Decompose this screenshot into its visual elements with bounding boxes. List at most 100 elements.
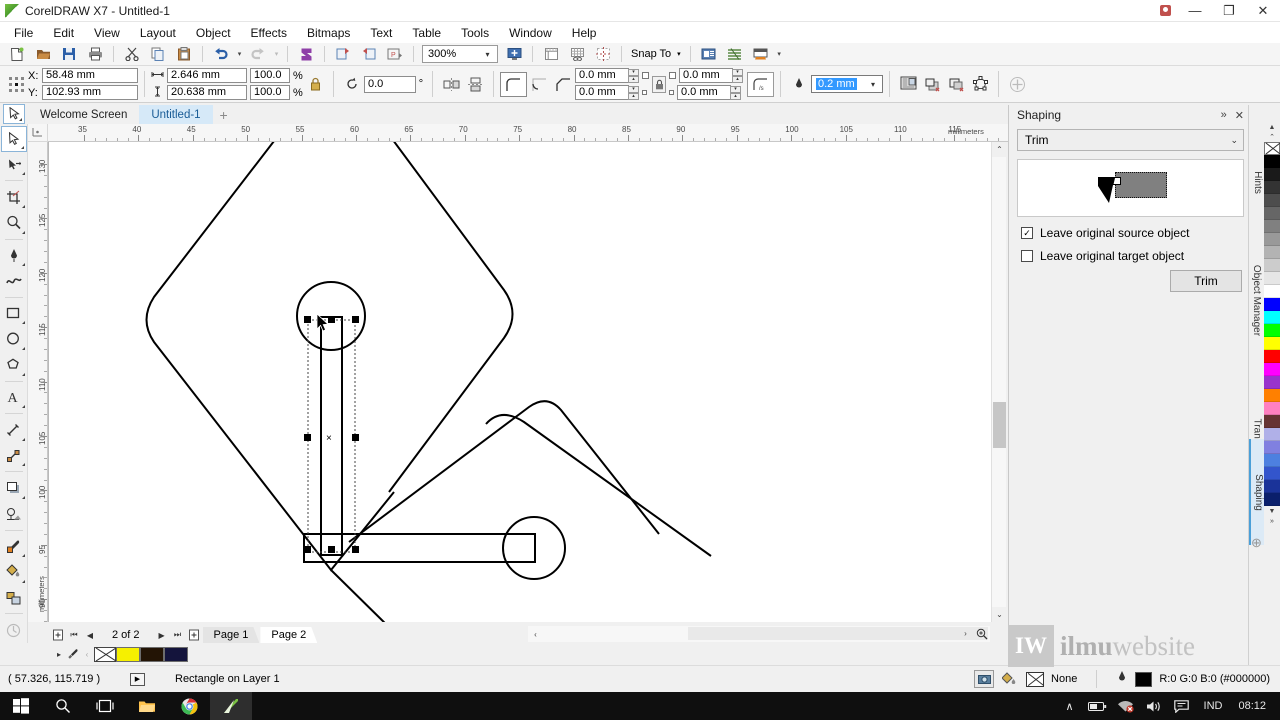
previous-page-button[interactable]: ◀ [82, 627, 98, 643]
palette-color-swatch[interactable] [1264, 155, 1280, 168]
trim-button[interactable]: Trim [1170, 270, 1242, 292]
menu-bitmaps[interactable]: Bitmaps [297, 23, 360, 43]
palette-color-swatch[interactable] [1264, 272, 1280, 285]
canvas-vertical-scrollbar[interactable]: ⌃ ⌄ [991, 142, 1007, 622]
docker-tab-object-manager[interactable]: Object Manager [1249, 225, 1265, 375]
zoom-tool-icon[interactable] [1, 210, 27, 236]
cut-icon[interactable] [119, 43, 145, 65]
volume-icon[interactable] [1140, 692, 1168, 720]
relative-corner-scaling-icon[interactable]: /s [747, 71, 774, 97]
page-tab-page-2[interactable]: Page 2 [260, 627, 317, 643]
corner-top-left-field[interactable]: 0.0 mm [575, 68, 629, 83]
first-page-button[interactable]: ⏮ [66, 627, 82, 643]
none-swatch[interactable] [94, 646, 116, 662]
palette-color-swatch[interactable] [1264, 220, 1280, 233]
undo-icon[interactable] [208, 43, 234, 65]
document-layout-icon[interactable] [722, 43, 748, 65]
palette-color-swatch[interactable] [1264, 389, 1280, 402]
tray-expand-icon[interactable]: ∧ [1056, 692, 1084, 720]
import-icon[interactable] [330, 43, 356, 65]
add-node-icon[interactable] [1005, 69, 1029, 99]
chrome-icon[interactable] [168, 692, 210, 720]
new-document-icon[interactable] [4, 43, 30, 65]
chevron-down-icon[interactable]: ▾ [866, 76, 880, 92]
close-button[interactable]: ✕ [1246, 0, 1280, 22]
mirror-horizontal-icon[interactable] [439, 69, 463, 99]
docker-tab-shaping[interactable]: Shaping [1249, 439, 1265, 545]
page-tab-page-1[interactable]: Page 1 [203, 627, 260, 643]
drop-shadow-tool-icon[interactable] [1, 475, 27, 501]
menu-text[interactable]: Text [360, 23, 402, 43]
color-eyedropper-tool-icon[interactable] [1, 534, 27, 560]
ruler-origin-icon[interactable] [28, 124, 48, 142]
x-position-field[interactable]: 58.48 mm [42, 68, 138, 83]
object-height-field[interactable]: 20.638 mm [167, 85, 247, 100]
menu-window[interactable]: Window [499, 23, 562, 43]
corner-tl-spinner[interactable]: ▾ ▴ [628, 68, 639, 83]
pick-tool-icon[interactable] [3, 103, 25, 124]
shaping-operation-combo[interactable]: Trim ⌄ [1017, 129, 1244, 151]
convert-to-curves-icon[interactable] [968, 69, 992, 99]
horizontal-ruler[interactable]: 35 40 45 50 55 60 65 70 75 80 85 90 95 100 105 110 115 mi… [48, 124, 1010, 142]
outline-tool-icon[interactable] [1, 617, 27, 643]
eyedropper-icon[interactable] [66, 646, 80, 662]
chevron-up-icon[interactable]: ⌃ [992, 142, 1007, 157]
palette-color-swatch[interactable] [1264, 376, 1280, 389]
corner-bottom-left-field[interactable]: 0.0 mm [575, 85, 629, 100]
palette-color-swatch[interactable] [1264, 259, 1280, 272]
chevron-right-icon[interactable]: › [958, 626, 973, 641]
display-mode-dropdown-icon[interactable]: ▾ [774, 43, 785, 65]
palette-color-swatch[interactable] [1264, 311, 1280, 324]
palette-scroll-left-icon[interactable]: ‹ [80, 646, 94, 662]
palette-swatch-dark-brown[interactable] [140, 646, 164, 662]
text-tool-icon[interactable]: A [1, 385, 27, 411]
palette-color-swatch[interactable] [1264, 181, 1280, 194]
zoom-level-combo[interactable]: 300% ▾ [422, 45, 498, 63]
menu-table[interactable]: Table [402, 23, 451, 43]
paste-icon[interactable] [171, 43, 197, 65]
lock-ratio-icon[interactable] [303, 69, 327, 99]
horizontal-scroll-thumb[interactable] [688, 627, 988, 640]
to-front-of-layer-icon[interactable] [920, 69, 944, 99]
search-icon[interactable] [42, 692, 84, 720]
menu-tools[interactable]: Tools [451, 23, 499, 43]
palette-color-swatch[interactable] [1264, 480, 1280, 493]
fill-none-icon[interactable] [1026, 671, 1045, 687]
snap-to-dropdown[interactable]: Snap To ▾ [627, 43, 685, 65]
mirror-vertical-icon[interactable] [463, 69, 487, 99]
pick-tool-icon[interactable] [0, 126, 27, 152]
ellipse-tool-icon[interactable] [1, 326, 27, 352]
palette-expand-icon[interactable]: » [1264, 516, 1280, 526]
chevron-down-icon[interactable]: ▾ [481, 46, 494, 62]
taskbar-clock[interactable]: 08:12 [1230, 700, 1274, 712]
copy-icon[interactable] [145, 43, 171, 65]
palette-swatch-yellow[interactable] [116, 646, 140, 662]
add-docker-icon[interactable]: ⊕ [1251, 535, 1262, 551]
palette-color-swatch[interactable] [1264, 207, 1280, 220]
add-tab-button[interactable]: + [213, 105, 235, 124]
tab-welcome-screen[interactable]: Welcome Screen [28, 105, 140, 124]
scalloped-corner-icon[interactable] [527, 69, 551, 99]
lock-corners-icon[interactable] [652, 75, 666, 93]
y-position-field[interactable]: 102.93 mm [42, 85, 138, 100]
add-page-before-icon[interactable] [50, 627, 66, 643]
docker-collapse-icon[interactable]: » [1221, 109, 1227, 121]
add-page-after-icon[interactable] [186, 627, 202, 643]
corner-top-right-field[interactable]: 0.0 mm [679, 68, 733, 83]
menu-object[interactable]: Object [186, 23, 241, 43]
play-icon[interactable]: ▶ [130, 672, 145, 686]
palette-color-swatch[interactable] [1264, 350, 1280, 363]
leave-original-target-checkbox[interactable]: Leave original target object [1021, 249, 1252, 263]
palette-color-swatch[interactable] [1264, 441, 1280, 454]
object-width-field[interactable]: 2.646 mm [167, 68, 247, 83]
palette-color-swatch[interactable] [1264, 337, 1280, 350]
interactive-fill-tool-icon[interactable] [1, 559, 27, 585]
polygon-tool-icon[interactable] [1, 352, 27, 378]
action-center-icon[interactable] [1168, 692, 1196, 720]
freehand-tool-icon[interactable] [1, 243, 27, 269]
palette-color-swatch[interactable] [1264, 298, 1280, 311]
coreldraw-taskbar-icon[interactable] [210, 692, 252, 720]
corner-tr-spinner[interactable]: ▾ ▴ [732, 68, 743, 83]
canvas-horizontal-scrollbar[interactable]: ‹ › [528, 626, 990, 642]
palette-scroll-up-icon-2[interactable]: ⌃ [1264, 132, 1280, 142]
